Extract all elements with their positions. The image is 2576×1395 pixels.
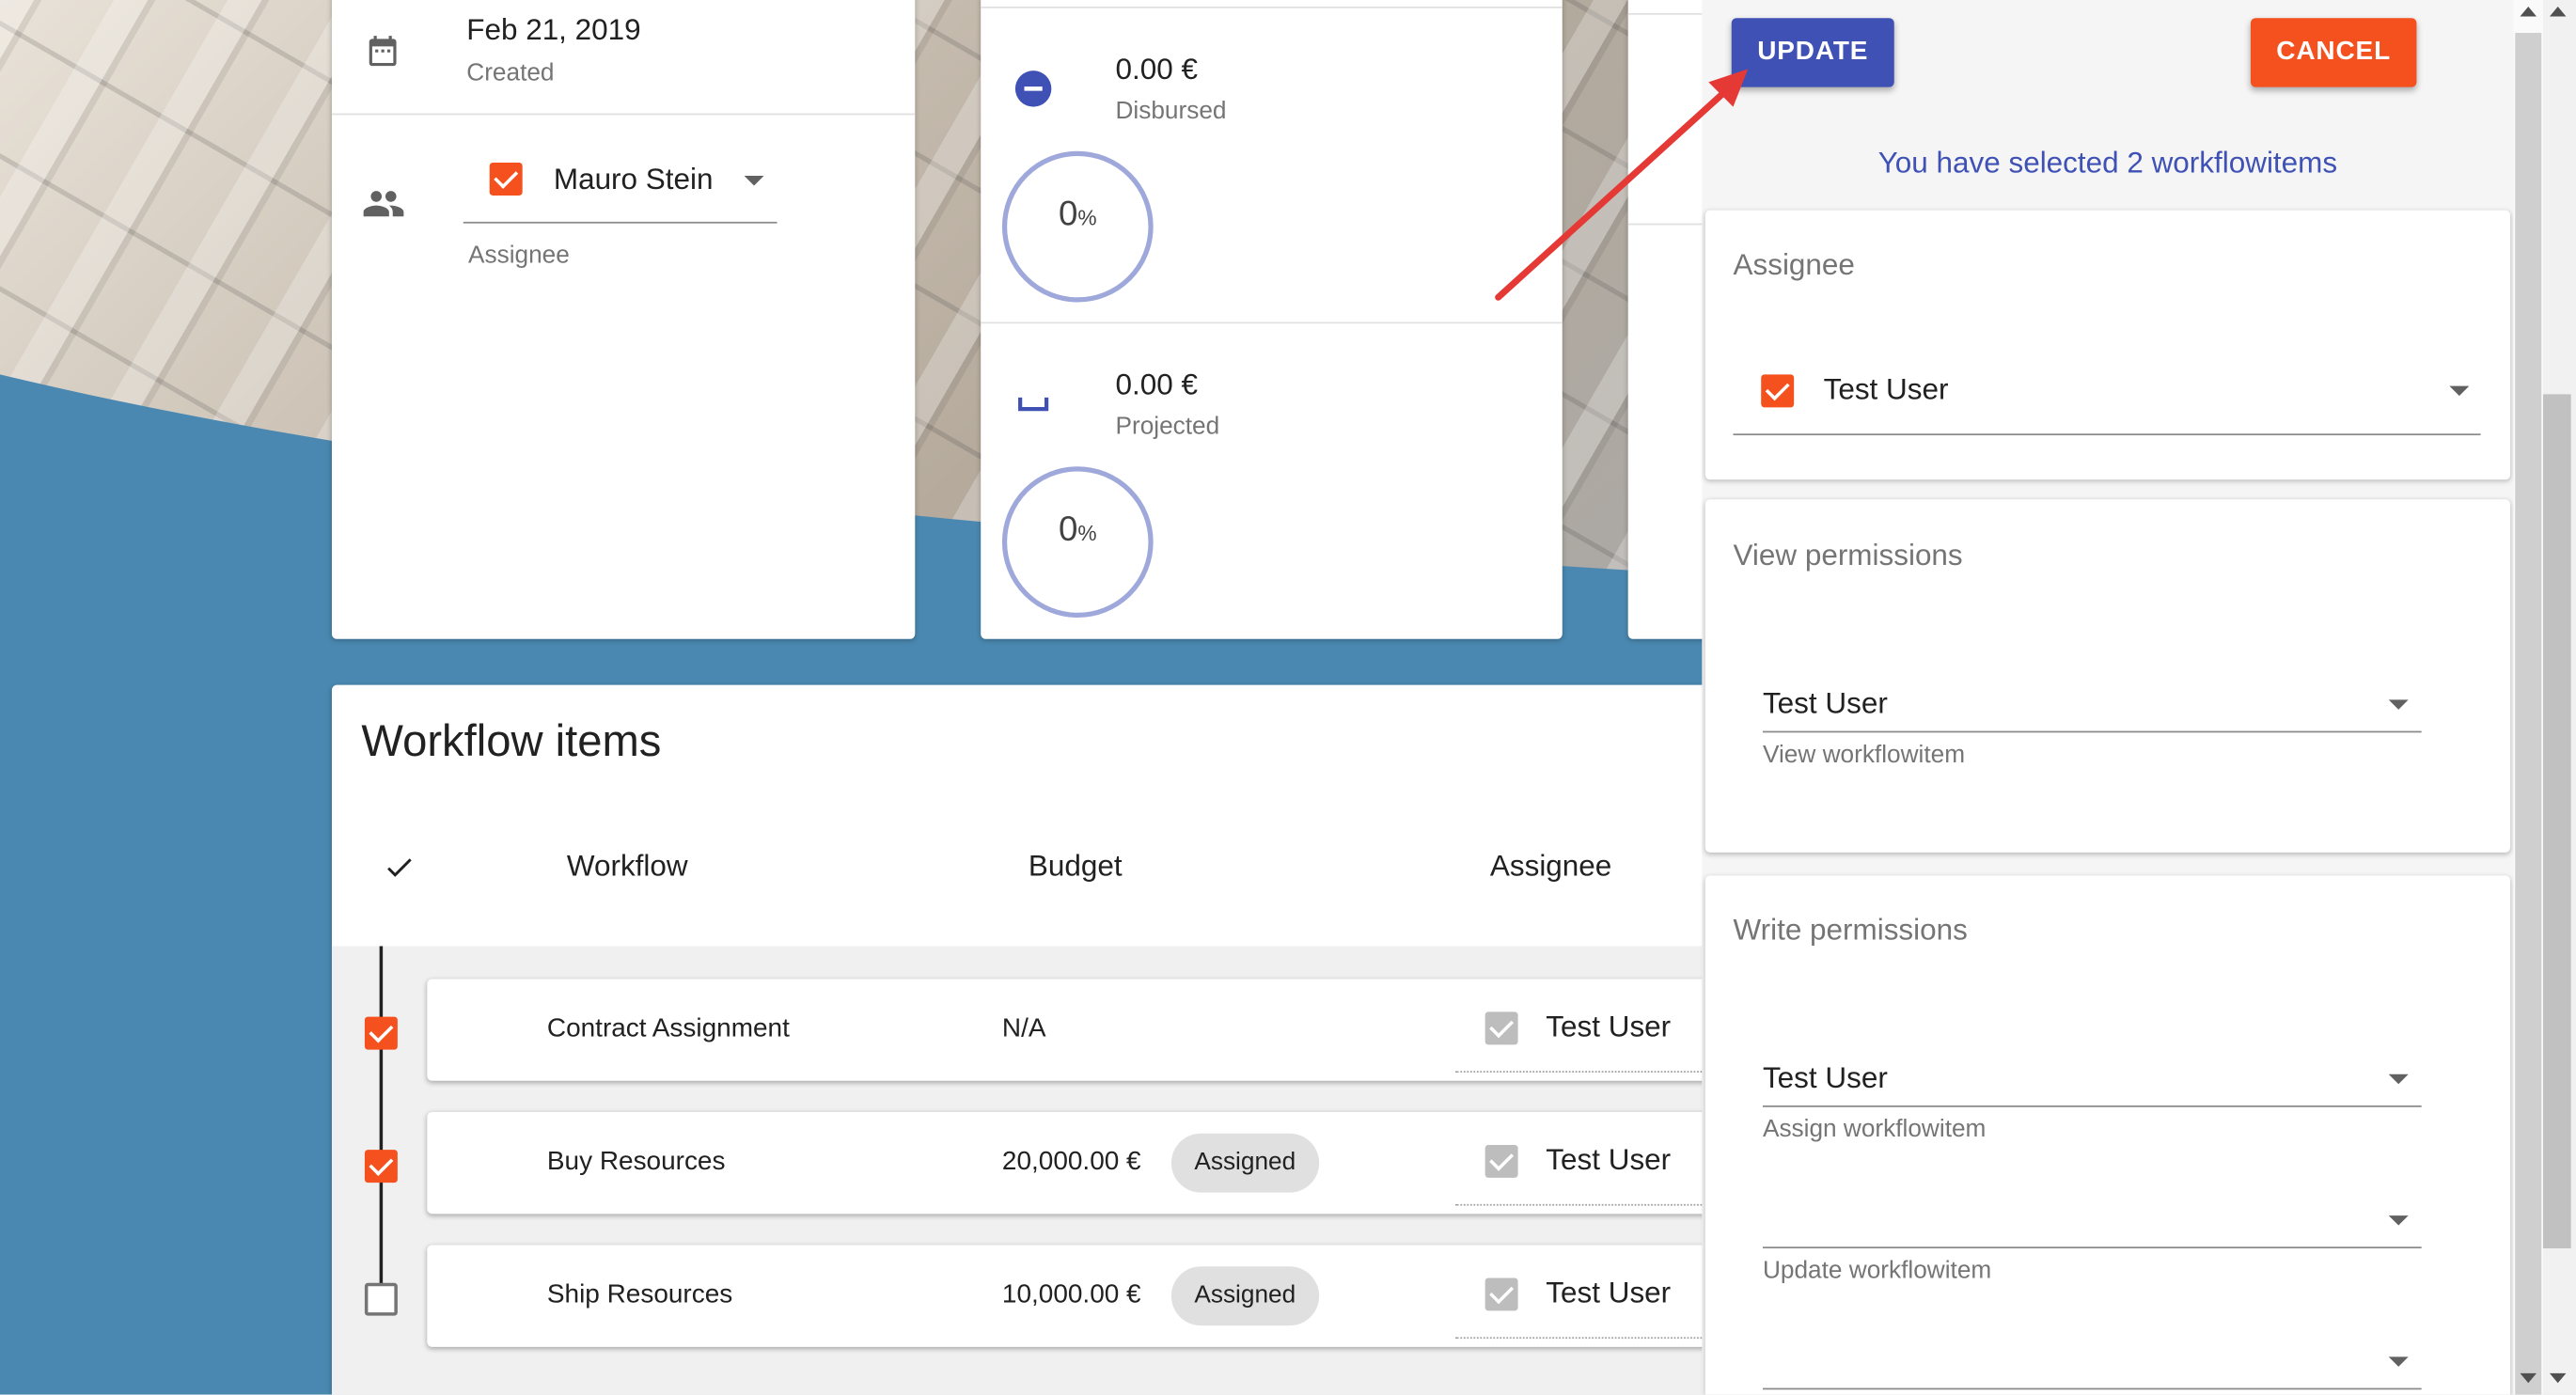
scrollbar-thumb[interactable]	[2542, 394, 2571, 1249]
chevron-down-icon[interactable]	[2449, 385, 2470, 397]
cancel-button[interactable]: CANCEL	[2250, 18, 2417, 87]
percent-sign: %	[1077, 205, 1097, 230]
workflow-budget: 20,000.00 €	[1001, 1148, 1141, 1177]
row-select-checkbox[interactable]	[364, 1150, 398, 1183]
people-icon	[363, 191, 404, 217]
chevron-down-icon[interactable]	[2388, 1074, 2409, 1085]
assignee-checkbox[interactable]	[1484, 1144, 1518, 1178]
update-button[interactable]: UPDATE	[1731, 18, 1894, 87]
scroll-up-icon[interactable]	[2549, 6, 2567, 17]
selection-summary: You have selected 2 workflowitems	[1877, 146, 2338, 180]
workflow-budget: N/A	[1001, 1014, 1046, 1043]
projected-percent: 0	[1058, 510, 1078, 549]
write-permissions-title: Write permissions	[1733, 913, 1968, 947]
workflow-assignee: Test User	[1546, 1276, 1672, 1309]
extra-select-underline	[1762, 1387, 2422, 1390]
projected-percent-ring: 0%	[1001, 466, 1154, 619]
space-bar-icon	[1018, 397, 1049, 412]
table-row[interactable]: Contract Assignment N/A Test User	[427, 979, 1709, 1081]
divider	[1627, 223, 1711, 226]
workflow-items-title: Workflow items	[361, 715, 662, 766]
project-assignee-value: Mauro Stein	[553, 162, 714, 196]
workflow-name: Contract Assignment	[546, 1014, 790, 1043]
view-permission-hint: View workflowitem	[1762, 741, 1966, 769]
table-row[interactable]: Buy Resources 20,000.00 € Assigned Test …	[427, 1111, 1709, 1215]
percent-sign: %	[1077, 520, 1097, 546]
assignee-checkbox[interactable]	[489, 162, 523, 196]
projected-label: Projected	[1115, 412, 1220, 441]
view-permissions-title: View permissions	[1733, 539, 1963, 572]
projected-amount: 0.00 €	[1115, 368, 1198, 401]
scroll-down-icon[interactable]	[2520, 1372, 2537, 1384]
disbursed-percent-ring: 0%	[1001, 150, 1154, 303]
disbursed-label: Disbursed	[1115, 97, 1227, 125]
chevron-down-icon[interactable]	[2388, 1356, 2409, 1367]
row-select-checkbox[interactable]	[364, 1282, 398, 1316]
assign-permission-hint: Assign workflowitem	[1762, 1115, 1987, 1144]
assign-permission-value[interactable]: Test User	[1763, 1061, 1888, 1096]
assignee-select-underline	[1733, 433, 2481, 436]
column-header-workflow: Workflow	[566, 849, 688, 883]
panel-scrollbar-thumb[interactable]	[2515, 32, 2542, 1395]
divider	[1627, 12, 1711, 15]
divider	[981, 321, 1563, 324]
view-select-underline	[1762, 730, 2422, 733]
update-permission-hint: Update workflowitem	[1762, 1256, 1992, 1285]
timeline-line	[379, 946, 384, 1305]
divider	[981, 6, 1563, 8]
column-header-budget: Budget	[1028, 849, 1123, 883]
assignee-checkbox[interactable]	[1484, 1277, 1518, 1311]
workflow-assignee: Test User	[1546, 1010, 1672, 1043]
assignee-label: Assignee	[468, 241, 570, 270]
assignee-underline	[1455, 1071, 1709, 1074]
view-permission-value[interactable]: Test User	[1763, 686, 1888, 721]
calendar-icon	[369, 36, 397, 67]
assignee-checkbox[interactable]	[1484, 1011, 1518, 1045]
project-info-card	[331, 0, 916, 639]
created-date: Feb 21, 2019	[466, 12, 641, 46]
check-icon[interactable]	[381, 851, 416, 884]
bulk-assignee-value: Test User	[1823, 372, 1949, 406]
assignee-checkbox[interactable]	[1761, 374, 1795, 408]
disbursed-amount: 0.00 €	[1115, 52, 1198, 86]
assign-select-underline	[1762, 1105, 2422, 1107]
chevron-down-icon[interactable]	[2388, 1215, 2409, 1226]
update-select-underline	[1762, 1246, 2422, 1249]
status-badge: Assigned	[1170, 1266, 1319, 1326]
workflow-assignee: Test User	[1546, 1143, 1672, 1177]
workflow-budget: 10,000.00 €	[1001, 1280, 1141, 1309]
divider	[331, 113, 916, 116]
chevron-down-icon[interactable]	[744, 175, 764, 186]
assignee-select-underline	[463, 221, 778, 224]
workflow-name: Buy Resources	[546, 1148, 726, 1177]
assignee-underline	[1455, 1337, 1709, 1340]
chevron-down-icon[interactable]	[2388, 699, 2409, 710]
scroll-down-icon[interactable]	[2549, 1372, 2567, 1384]
assignee-section-title: Assignee	[1733, 247, 1855, 281]
column-header-assignee: Assignee	[1489, 849, 1612, 883]
scroll-up-icon[interactable]	[2520, 6, 2537, 17]
assignee-underline	[1455, 1203, 1709, 1206]
table-row[interactable]: Ship Resources 10,000.00 € Assigned Test…	[427, 1245, 1709, 1347]
row-select-checkbox[interactable]	[364, 1016, 398, 1050]
app-screen: Feb 21, 2019 Created Mauro Stein Assigne…	[0, 0, 2576, 1395]
status-badge: Assigned	[1170, 1133, 1319, 1193]
minus-circle-icon	[1014, 71, 1052, 107]
created-label: Created	[466, 58, 555, 87]
disbursed-percent: 0	[1058, 195, 1078, 234]
workflow-name: Ship Resources	[546, 1280, 733, 1309]
